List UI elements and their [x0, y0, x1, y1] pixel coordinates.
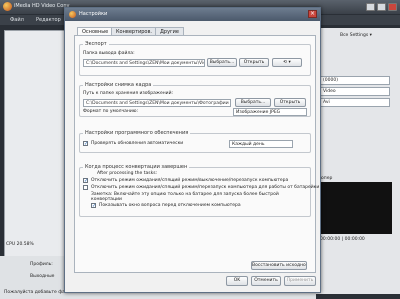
profile-label: Профиль:: [30, 262, 53, 267]
export-group-title: Экспорт: [83, 41, 109, 47]
tab-panel-general: Экспорт Папка вывода файла: C:\Documents…: [74, 35, 320, 273]
output-open-button[interactable]: Открыть: [239, 58, 269, 67]
settings-dropdown[interactable]: Все Settings ▾: [340, 33, 372, 38]
close-icon[interactable]: [388, 3, 397, 11]
snapshot-format-label: Формат по умолчанию:: [83, 109, 139, 114]
time-display: 00:00:00 | 00:00:00: [320, 237, 365, 242]
apply-button[interactable]: Применить: [284, 276, 316, 286]
auto-update-label: Проверять обновления автоматически: [91, 141, 184, 146]
shutdown-checkbox[interactable]: ✓: [83, 178, 88, 184]
snapshot-browse-button[interactable]: Выбрать...: [235, 98, 271, 107]
dialog-titlebar: Настройки ×: [65, 8, 320, 21]
confirm-shutdown-label: Показывать окно вопроса перед отключение…: [99, 203, 241, 208]
settings-dialog: Настройки × Основные Конвертиров. Другие…: [64, 7, 321, 293]
player-label: юпер: [320, 176, 333, 181]
app-title: iMedia HD Video Conv: [14, 3, 70, 9]
auto-update-checkbox[interactable]: ✓: [83, 141, 88, 147]
post-process-group-title: Когда процесс конвертации завершен: [83, 164, 190, 170]
output-folder-options-button[interactable]: ⟲ ▾: [272, 58, 302, 67]
cancel-button[interactable]: Отменить: [251, 276, 281, 286]
snapshot-path-label: Путь к папке хранения изображений:: [83, 91, 174, 96]
app-logo-icon: [3, 2, 12, 11]
snapshot-format-select[interactable]: Изображение JPEG: [233, 108, 307, 116]
cpu-label: CPU 20.58%: [6, 242, 34, 247]
output-label: Выходные: [30, 274, 55, 279]
shutdown-label: Отключить режим ожидания/спящий режим/вы…: [91, 178, 289, 183]
update-frequency-select[interactable]: Каждый день: [229, 140, 293, 148]
file-list-panel: [4, 30, 68, 264]
dialog-close-icon[interactable]: ×: [308, 10, 317, 18]
snapshot-path-input[interactable]: C:\Documents and Settings\ZEN\Мои докуме…: [83, 99, 231, 107]
dialog-logo-icon: [69, 11, 76, 18]
menu-edit[interactable]: Редактор: [36, 17, 61, 23]
snapshot-group-title: Настройки снимка кадра: [83, 82, 154, 88]
output-path-label: Папка вывода файла:: [83, 51, 135, 56]
right-field-1[interactable]: (0000): [320, 76, 390, 85]
restore-defaults-button[interactable]: Восстановить исходное: [251, 261, 307, 270]
confirm-shutdown-checkbox[interactable]: ✓: [91, 203, 96, 209]
right-field-2[interactable]: Video: [320, 87, 390, 96]
battery-hint: Заметка: Включайте эту опцию только на б…: [91, 192, 279, 202]
snapshot-open-button[interactable]: Открыть: [274, 98, 306, 107]
right-field-3[interactable]: Avi: [320, 98, 390, 107]
ok-button[interactable]: OK: [226, 276, 248, 286]
battery-label: Отключить режим ожидания/спящий режим/пе…: [91, 185, 320, 190]
after-processing-label: After processing the tasks:: [97, 171, 158, 176]
minimize-icon[interactable]: [366, 3, 375, 11]
output-path-input[interactable]: C:\Documents and Settings\ZEN\Мои докуме…: [83, 59, 205, 67]
video-preview: [318, 182, 392, 234]
update-group-title: Настройки программного обеспечения: [83, 130, 191, 136]
maximize-icon[interactable]: [377, 3, 386, 11]
battery-checkbox[interactable]: [83, 185, 88, 190]
dialog-title: Настройки: [79, 11, 108, 17]
output-browse-button[interactable]: Выбрать...: [207, 58, 237, 67]
menu-file[interactable]: Файл: [10, 17, 24, 23]
right-panel: [316, 28, 400, 294]
